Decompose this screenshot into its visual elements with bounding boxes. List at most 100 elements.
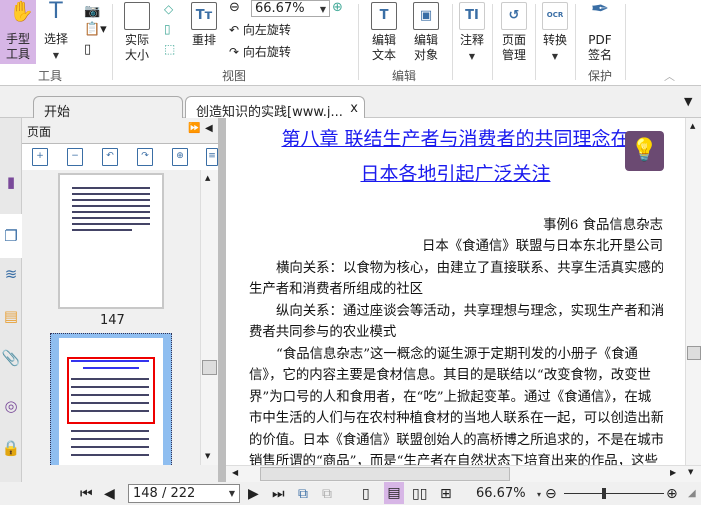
text-line: 信》，它的内容主要是食材信息。其目的是联结以“改变食物，改变世: [249, 368, 651, 383]
zoom-out-icon[interactable]: ⊖: [229, 0, 240, 15]
panel-scrollbar[interactable]: ▲ ▼: [200, 170, 218, 465]
page-icon[interactable]: ▯: [84, 42, 91, 57]
previous-view-icon[interactable]: ⧉: [298, 486, 308, 502]
page-number-field[interactable]: 148 / 222 ▼: [128, 484, 240, 503]
rotate-left-icon: ↶: [229, 23, 240, 37]
scroll-thumb[interactable]: [260, 467, 510, 481]
collapse-panel-icon[interactable]: ◀: [205, 123, 213, 134]
zoom-in-status-icon[interactable]: ⊕: [666, 486, 678, 502]
hand-tool-button[interactable]: ✋ 手型工具: [0, 0, 36, 64]
scroll-left-icon[interactable]: ◀: [232, 468, 238, 477]
chapter-title-line1[interactable]: 第八章 联结生产者与消费者的共同理念在: [226, 124, 685, 151]
single-page-icon[interactable]: ▯: [362, 486, 370, 502]
tab-bar: 开始 创造知识的实践[www.j... x ▼: [0, 87, 701, 120]
fit-visible-icon[interactable]: ⬚: [164, 42, 175, 56]
enlarge-thumbnail-icon[interactable]: +: [32, 148, 48, 166]
divider: [625, 4, 626, 80]
tab-list-chevron-icon[interactable]: ▼: [684, 95, 692, 108]
layers-icon[interactable]: ≋: [0, 262, 22, 286]
text-cursor-icon: T: [49, 0, 63, 24]
lock-icon[interactable]: 🔒: [0, 436, 22, 460]
divider: [492, 4, 493, 80]
scroll-up-icon[interactable]: ▲: [205, 174, 210, 182]
hand-icon: ✋: [9, 0, 34, 23]
page-thumbnail-148[interactable]: [50, 333, 172, 465]
group-label-edit: 编辑: [392, 69, 417, 83]
next-page-icon[interactable]: ▶: [248, 486, 259, 502]
continuous-page-icon[interactable]: ▤: [384, 482, 404, 504]
zoom-level[interactable]: 66.67%: [476, 486, 526, 502]
document-horizontal-scrollbar[interactable]: ◀ ▶ ▼: [226, 465, 701, 482]
rotate-right-button[interactable]: ↷ 向右旋转: [229, 44, 291, 60]
chevron-down-icon: ▼: [52, 51, 60, 60]
bookmark-icon[interactable]: ▮: [0, 170, 22, 194]
reflow-button[interactable]: Tт 重排: [188, 2, 220, 48]
signature-icon[interactable]: ◎: [0, 394, 22, 418]
pdf-sign-button[interactable]: ✒ PDF签名: [583, 0, 617, 63]
previous-page-icon[interactable]: ◀: [104, 486, 115, 502]
edit-object-button[interactable]: ▣ 编辑对象: [406, 2, 446, 63]
zoom-status-chevron-icon[interactable]: ▾: [537, 490, 541, 499]
scroll-down-icon[interactable]: ▼: [205, 452, 210, 460]
page-thumbnail-147[interactable]: [58, 173, 164, 309]
attachment-icon[interactable]: 📎: [0, 346, 22, 370]
last-page-icon[interactable]: ⏭: [272, 486, 285, 502]
select-button[interactable]: T 选择 ▼: [40, 0, 72, 63]
group-label-tools: 工具: [38, 69, 63, 83]
next-view-icon[interactable]: ⧉: [322, 486, 332, 502]
fit-width-icon[interactable]: ▯: [164, 22, 171, 36]
divider: [358, 4, 359, 80]
divider: [535, 4, 536, 80]
rotate-left-button[interactable]: ↶ 向左旋转: [229, 22, 291, 38]
page-manage-button[interactable]: ↺ 页面管理: [496, 2, 532, 63]
shrink-thumbnail-icon[interactable]: −: [67, 148, 83, 166]
text-line: 的价值。日本《食通信》联盟创始人的高桥博之所追求的，不是在城市: [249, 433, 663, 448]
zoom-slider[interactable]: [564, 488, 664, 499]
zoom-in-icon[interactable]: ⊕: [332, 0, 343, 15]
insert-page-icon[interactable]: ⊕: [172, 148, 188, 166]
divider: [112, 4, 113, 80]
divider: [575, 4, 576, 80]
screenshot-icon[interactable]: 📷: [84, 4, 100, 19]
page-properties-icon[interactable]: ≡: [206, 148, 218, 166]
close-icon[interactable]: x: [350, 101, 358, 116]
scroll-thumb[interactable]: [202, 360, 217, 375]
pages-icon[interactable]: ❐: [0, 214, 22, 258]
actual-size-button[interactable]: 实际大小: [120, 2, 154, 63]
zoom-select[interactable]: 66.67% ▼: [251, 0, 330, 17]
annotate-button[interactable]: TI 注释 ▼: [456, 2, 488, 64]
thumbnail-label: 147: [100, 313, 125, 328]
fit-page-icon[interactable]: ◇: [164, 2, 173, 16]
document-view: 第八章 联结生产者与消费者的共同理念在 日本各地引起广泛关注 💡 事例6 食品信…: [226, 118, 685, 465]
continuous-facing-icon[interactable]: ⊞: [440, 486, 452, 502]
edit-text-button[interactable]: T 编辑文本: [366, 2, 402, 63]
text-line: 事例6 食品信息杂志: [543, 218, 663, 233]
tab-document[interactable]: 创造知识的实践[www.j... x: [185, 96, 365, 120]
tip-button[interactable]: 💡: [625, 131, 664, 171]
collapse-ribbon-icon[interactable]: ︿: [664, 68, 675, 84]
first-page-icon[interactable]: ⏮: [80, 486, 93, 502]
text-line: 销售所谓的“商品”，而是“生产者在自然状态下培育出来的作品，这些: [249, 454, 658, 465]
facing-page-icon[interactable]: ▯▯: [412, 486, 427, 502]
tab-start[interactable]: 开始: [33, 96, 183, 120]
chapter-title-line2[interactable]: 日本各地引起广泛关注: [226, 159, 685, 186]
rotate-left-page-icon[interactable]: ↶: [102, 148, 118, 166]
scroll-right-icon[interactable]: ▶: [670, 468, 676, 477]
zoom-out-minus-icon[interactable]: ⊖: [545, 486, 557, 502]
clipboard-icon[interactable]: 📋▾: [84, 22, 107, 37]
zoom-slider-thumb[interactable]: [602, 488, 606, 499]
scroll-down-icon[interactable]: ▼: [688, 468, 693, 476]
document-vertical-scrollbar[interactable]: ▲: [685, 118, 701, 465]
text-line: 市中生活的人们与在农村种植食材的当地人联系在一起，可以创造出新: [249, 411, 663, 426]
ribbon: ✋ 手型工具 T 选择 ▼ 📷 📋▾ ▯ 工具 实际大小 ◇ ▯ ⬚ Tт 重排 ⊖ 6…: [0, 0, 701, 86]
resize-grip-icon[interactable]: ◢: [688, 488, 696, 499]
scroll-up-icon[interactable]: ▲: [690, 122, 695, 130]
expand-panel-icon[interactable]: ⏩: [188, 123, 200, 134]
text-line: 界”为口号的人和食用者，在“吃”上掀起变革。通过《食通信》，在城: [249, 390, 652, 405]
scroll-thumb[interactable]: [687, 346, 701, 360]
panel-splitter[interactable]: [218, 118, 226, 482]
text-line: 日本《食通信》联盟与日本东北开垦公司: [421, 239, 663, 254]
rotate-right-page-icon[interactable]: ↷: [137, 148, 153, 166]
convert-button[interactable]: OCR 转换 ▼: [539, 2, 571, 64]
comments-icon[interactable]: ▤: [0, 304, 22, 328]
